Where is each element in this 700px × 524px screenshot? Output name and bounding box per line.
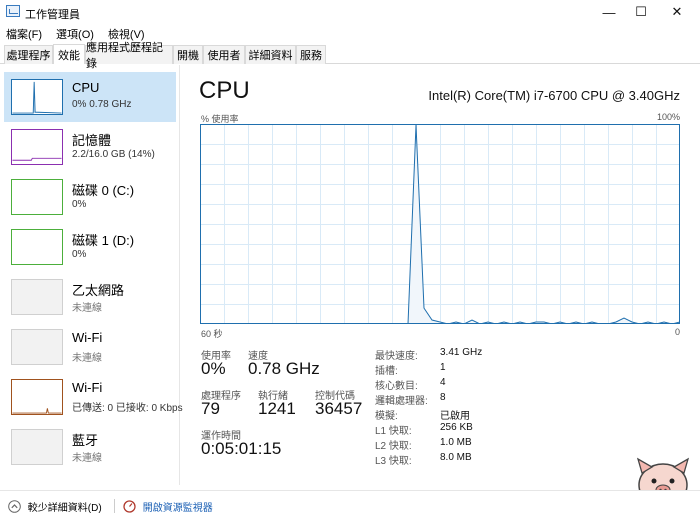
sidebar-item-label: 藍牙 — [72, 433, 99, 448]
footer-divider — [114, 499, 115, 513]
bluetooth-thumbnail — [11, 429, 63, 465]
spec-value: 已啟用 — [440, 411, 470, 422]
graph-y-max: 100% — [656, 112, 680, 122]
sidebar-item-label: 磁碟 0 (C:) — [72, 183, 135, 198]
sidebar-item-label: 記憶體 — [72, 133, 112, 148]
usage-value: 0% — [201, 359, 226, 378]
tab-app-history[interactable]: 應用程式歷程記錄 — [85, 42, 173, 70]
processes-value: 79 — [201, 399, 220, 418]
close-button[interactable]: ✕ — [660, 0, 694, 24]
sidebar-item-wifi-2[interactable]: Wi-Fi 已傳送: 0 已接收: 0 Kbps — [4, 372, 183, 422]
sidebar-item-detail: 0% — [72, 249, 87, 260]
sidebar-item-detail: 0% — [72, 199, 87, 210]
tab-startup[interactable]: 開機 — [173, 45, 203, 64]
threads-value: 1241 — [258, 399, 296, 418]
maximize-button[interactable]: ☐ — [624, 0, 658, 24]
sidebar-item-cpu[interactable]: CPU 0% 0.78 GHz — [4, 72, 176, 122]
resource-monitor-label: 開啟資源監視器 — [142, 503, 213, 514]
fewer-details-label: 較少詳細資料(D) — [27, 503, 102, 514]
sidebar-item-ethernet[interactable]: 乙太網路 未連線 — [4, 272, 176, 322]
sidebar-item-wifi-1[interactable]: Wi-Fi 未連線 — [4, 322, 176, 372]
spec-label: L3 快取: — [375, 456, 412, 467]
page-title: CPU — [199, 77, 250, 104]
sidebar-item-disk-0[interactable]: 磁碟 0 (C:) 0% — [4, 172, 176, 222]
spec-label: L1 快取: — [375, 426, 412, 437]
resource-sidebar: CPU 0% 0.78 GHz 記憶體 2.2/16.0 GB (14%) 磁碟… — [0, 65, 183, 485]
spec-label: L2 快取: — [375, 441, 412, 452]
fewer-details-button[interactable]: 較少詳細資料(D) — [8, 499, 102, 514]
spec-value: 8.0 MB — [440, 452, 472, 463]
wifi-2-thumbnail — [11, 379, 63, 415]
disk-0-thumbnail — [11, 179, 63, 215]
sidebar-item-detail: 已傳送: 0 已接收: 0 Kbps — [72, 403, 183, 414]
sidebar-item-label: 磁碟 1 (D:) — [72, 233, 135, 248]
resource-monitor-icon — [123, 500, 136, 513]
sidebar-item-bluetooth[interactable]: 藍牙 未連線 — [4, 422, 176, 472]
tab-services[interactable]: 服務 — [296, 45, 326, 64]
tab-bar: 處理程序 效能 應用程式歷程記錄 開機 使用者 詳細資料 服務 — [0, 42, 700, 70]
sidebar-item-detail: 未連線 — [72, 353, 102, 364]
sidebar-item-label: 乙太網路 — [72, 283, 125, 298]
spec-label: 邏輯處理器: — [375, 396, 428, 407]
disk-1-thumbnail — [11, 229, 63, 265]
open-resource-monitor-link[interactable]: 開啟資源監視器 — [123, 499, 213, 514]
ethernet-thumbnail — [11, 279, 63, 315]
sidebar-item-label: Wi-Fi — [72, 330, 103, 345]
sidebar-item-label: Wi-Fi — [72, 380, 103, 395]
sidebar-item-detail: 2.2/16.0 GB (14%) — [72, 149, 155, 160]
spec-value: 8 — [440, 392, 446, 403]
task-manager-icon — [6, 5, 20, 17]
spec-value: 1.0 MB — [440, 437, 472, 448]
spec-value: 1 — [440, 362, 446, 373]
footer-bar: 較少詳細資料(D) 開啟資源監視器 — [0, 490, 700, 524]
handles-value: 36457 — [315, 399, 363, 418]
cpu-thumbnail — [11, 79, 63, 115]
cpu-detail-panel: CPU Intel(R) Core(TM) i7-6700 CPU @ 3.40… — [181, 65, 700, 485]
graph-x-left: 60 秒 — [201, 329, 223, 339]
spec-label: 核心數目: — [375, 381, 418, 392]
graph-x-right: 0 — [674, 327, 680, 337]
sidebar-item-detail: 未連線 — [72, 303, 102, 314]
sidebar-item-memory[interactable]: 記憶體 2.2/16.0 GB (14%) — [4, 122, 176, 172]
menu-file[interactable]: 檔案(F) — [6, 26, 42, 42]
sidebar-item-detail: 未連線 — [72, 453, 102, 464]
tab-performance[interactable]: 效能 — [53, 44, 85, 64]
spec-value: 256 KB — [440, 422, 473, 433]
speed-value: 0.78 GHz — [248, 359, 320, 378]
sidebar-item-label: CPU — [72, 80, 100, 95]
spec-label: 插槽: — [375, 366, 398, 377]
window-title: 工作管理員 — [25, 9, 80, 21]
cpu-usage-graph — [200, 124, 680, 324]
cpu-model-name: Intel(R) Core(TM) i7-6700 CPU @ 3.40GHz — [428, 88, 680, 103]
spec-label: 模擬: — [375, 411, 398, 422]
tab-details[interactable]: 詳細資料 — [245, 45, 296, 64]
sidebar-item-detail: 0% 0.78 GHz — [72, 99, 132, 110]
chevron-up-icon — [8, 500, 21, 513]
spec-value: 4 — [440, 377, 446, 388]
uptime-value: 0:05:01:15 — [201, 439, 282, 458]
spec-value: 3.41 GHz — [440, 347, 483, 358]
wifi-thumbnail — [11, 329, 63, 365]
tab-users[interactable]: 使用者 — [203, 45, 245, 64]
memory-thumbnail — [11, 129, 63, 165]
title-bar: 工作管理員 — ☐ ✕ — [0, 0, 700, 24]
minimize-button[interactable]: — — [592, 0, 626, 24]
spec-label: 最快速度: — [375, 351, 418, 362]
tab-processes[interactable]: 處理程序 — [4, 45, 53, 64]
sidebar-item-disk-1[interactable]: 磁碟 1 (D:) 0% — [4, 222, 176, 272]
